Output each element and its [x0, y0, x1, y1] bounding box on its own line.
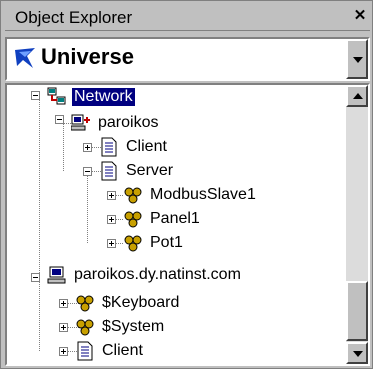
universe-icon — [15, 48, 35, 68]
process-icon — [124, 211, 142, 228]
expand-toggle[interactable] — [107, 239, 116, 248]
scroll-thumb[interactable] — [346, 281, 368, 341]
tree-item-label: $Keyboard — [102, 294, 180, 311]
tree-item-paroikos[interactable]: paroikos — [71, 111, 160, 135]
document-icon — [101, 137, 117, 157]
scroll-down-button[interactable] — [346, 342, 368, 364]
object-tree[interactable]: Network paroikos Client Server ModbusSla… — [5, 83, 370, 366]
collapse-toggle[interactable] — [31, 273, 40, 282]
collapse-toggle[interactable] — [83, 167, 92, 176]
tree-item-keyboard[interactable]: $Keyboard — [75, 291, 181, 315]
expand-toggle[interactable] — [107, 191, 116, 200]
selected-universe: Universe — [41, 44, 134, 69]
tree-item-label: Server — [126, 162, 174, 179]
tree-item-label: Panel1 — [150, 210, 200, 227]
process-icon — [124, 187, 142, 204]
tree-item-label: $System — [102, 318, 165, 335]
expand-toggle[interactable] — [59, 347, 68, 356]
process-icon — [76, 295, 94, 312]
collapse-toggle[interactable] — [31, 91, 40, 100]
tree-line — [87, 171, 88, 243]
tree-item-label: paroikos — [98, 114, 159, 131]
tree-item-label: ModbusSlave1 — [150, 186, 256, 203]
tree-line — [39, 281, 40, 351]
tree-item-modbusslave1[interactable]: ModbusSlave1 — [123, 183, 258, 207]
tree-item-label: paroikos.dy.natinst.com — [74, 266, 241, 283]
tree-item-client-2[interactable]: Client — [75, 339, 145, 363]
document-icon — [101, 161, 117, 181]
tree-item-panel1[interactable]: Panel1 — [123, 207, 202, 231]
tree-item-system[interactable]: $System — [75, 315, 166, 339]
window-title: Object Explorer — [15, 8, 133, 27]
dropdown-button[interactable] — [346, 39, 368, 79]
vertical-scrollbar[interactable] — [346, 85, 368, 364]
expand-toggle[interactable] — [59, 323, 68, 332]
document-icon — [77, 341, 93, 361]
tree-line — [63, 123, 64, 171]
title-bar[interactable]: Object Explorer ✕ — [5, 5, 370, 31]
arrow-up-icon — [353, 93, 363, 99]
tree-item-label: Pot1 — [150, 234, 183, 251]
tree-item-paroikos-dy-natinst-com[interactable]: paroikos.dy.natinst.com — [47, 263, 243, 287]
close-icon[interactable]: ✕ — [352, 8, 368, 24]
computer-network-icon — [71, 114, 90, 131]
collapse-toggle[interactable] — [55, 115, 64, 124]
process-icon — [76, 319, 94, 336]
network-icon — [47, 87, 66, 105]
tree-line — [39, 97, 40, 281]
tree-item-network[interactable]: Network — [47, 85, 136, 109]
chevron-down-icon — [353, 57, 363, 63]
expand-toggle[interactable] — [83, 143, 92, 152]
tree-item-label: Network — [71, 87, 136, 107]
arrow-down-icon — [353, 351, 363, 357]
tree-item-pot1[interactable]: Pot1 — [123, 231, 185, 255]
tree-item-client[interactable]: Client — [99, 135, 169, 159]
expand-toggle[interactable] — [107, 215, 116, 224]
universe-select[interactable]: Universe — [5, 37, 370, 81]
tree-item-label: Client — [102, 342, 143, 359]
tree-item-label: Client — [126, 138, 167, 155]
scroll-up-button[interactable] — [346, 85, 368, 107]
expand-toggle[interactable] — [59, 299, 68, 308]
tree-item-server[interactable]: Server — [99, 159, 175, 183]
computer-icon — [47, 266, 66, 284]
object-explorer-window: Object Explorer ✕ Universe Network paroi… — [0, 0, 373, 369]
process-icon — [124, 235, 142, 252]
